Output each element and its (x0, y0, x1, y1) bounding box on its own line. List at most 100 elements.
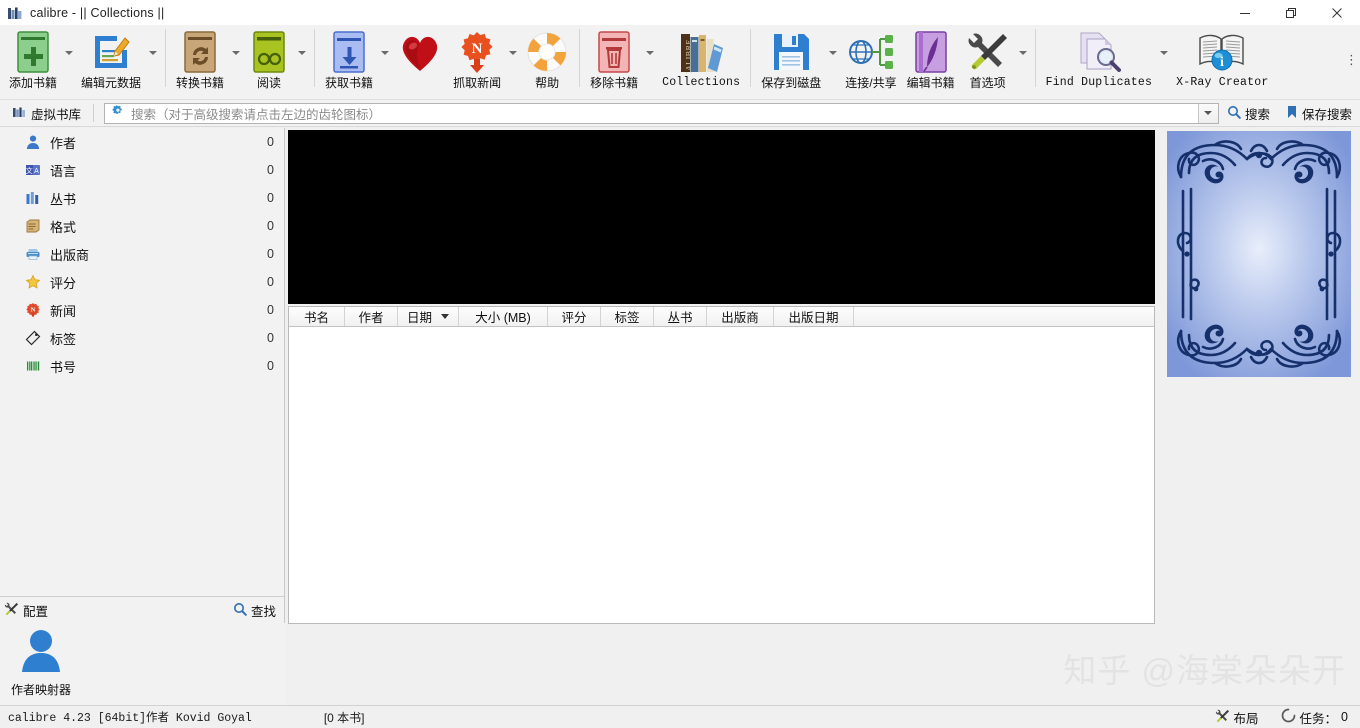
find-label: 查找 (250, 604, 276, 619)
sidebar-item-ratings[interactable]: 评分 0 (0, 268, 284, 296)
column-header-publisher[interactable]: 出版商 (707, 307, 774, 326)
toolbar-label: 抓取新闻 (453, 76, 502, 90)
table-header-row: 书名 作者 日期 大小 (MB) 评分 标签 丛书 出版商 出版日期 (289, 307, 1154, 327)
tag-browser-panel: 作者 0 文 A 语言 0 丛书 0 格式 0 出版商 0 评分 0 N 新闻 … (0, 128, 285, 623)
version-label: calibre 4.23 [64bit]作者 Kovid Goyal (8, 712, 252, 725)
column-header-tags[interactable]: 标签 (601, 307, 654, 326)
column-header-series[interactable]: 丛书 (654, 307, 707, 326)
toolbar-dropdown-get-books[interactable] (378, 25, 392, 98)
maximize-button[interactable] (1268, 0, 1314, 25)
toolbar-button-donate[interactable] (392, 25, 448, 98)
sidebar-item-authors[interactable]: 作者 0 (0, 128, 284, 156)
tags-icon (24, 329, 42, 347)
tag-browser-footer: 配置 查找 (0, 596, 284, 623)
toolbar-dropdown-find-duplicates[interactable] (1157, 25, 1171, 98)
virtual-library-button[interactable]: 虚拟书库 (4, 101, 89, 126)
sidebar-item-tags[interactable]: 标签 0 (0, 324, 284, 352)
toolbar-dropdown-add-books[interactable] (62, 25, 76, 98)
toolbar-label: 阅读 (257, 76, 282, 90)
toolbar-label: 编辑书籍 (906, 76, 955, 90)
author-mapper-button[interactable]: 作者映射器 (8, 628, 74, 698)
toolbar-dropdown-read[interactable] (295, 25, 309, 98)
column-header-filler (854, 307, 1154, 326)
gear-icon[interactable] (111, 104, 125, 122)
sidebar-item-series[interactable]: 丛书 0 (0, 184, 284, 212)
author-icon (24, 133, 42, 151)
toolbar-button-edit-metadata[interactable]: 编辑元数据 (76, 25, 146, 98)
toolbar-button-get-books[interactable]: 获取书籍 (320, 25, 378, 98)
toolbar-button-find-duplicates[interactable]: Find Duplicates (1041, 25, 1158, 98)
jobs-button[interactable]: 任务： 0 (1281, 708, 1348, 727)
configure-button[interactable]: 配置 (4, 601, 48, 620)
watermark-text: 知乎 @海棠朵朵开 (1063, 652, 1346, 689)
column-label: 出版商 (721, 311, 759, 325)
toolbar-label: 添加书籍 (9, 76, 58, 90)
convert-book-icon (179, 29, 221, 75)
sidebar-item-count: 0 (267, 275, 274, 289)
search-input[interactable]: 搜索（对于高级搜索请点击左边的齿轮图标） (104, 102, 1219, 124)
column-header-size[interactable]: 大小 (MB) (459, 307, 548, 326)
toolbar-dropdown-save-to-disk[interactable] (826, 25, 840, 98)
toolbar-button-read[interactable]: 阅读 (243, 25, 295, 98)
jobs-count: 0 (1341, 710, 1348, 724)
sidebar-item-identifiers[interactable]: 书号 0 (0, 352, 284, 380)
toolbar-button-connect-share[interactable]: 连接/共享 (840, 25, 901, 98)
toolbar-button-edit-book[interactable]: 编辑书籍 (902, 25, 960, 98)
sidebar-item-count: 0 (267, 191, 274, 205)
bookmark-icon (1286, 105, 1298, 122)
toolbar-button-add-books[interactable]: 添加书籍 (4, 25, 62, 98)
find-button[interactable]: 查找 (233, 601, 276, 620)
toolbar-separator (165, 29, 167, 87)
toolbar-dropdown-edit-metadata[interactable] (146, 25, 160, 98)
toolbar-overflow-button[interactable]: ⋮ (1345, 53, 1360, 68)
column-header-rating[interactable]: 评分 (548, 307, 601, 326)
toolbar-dropdown-preferences[interactable] (1016, 25, 1030, 98)
toolbar-button-remove-books[interactable]: 移除书籍 (585, 25, 643, 98)
sidebar-item-news[interactable]: N 新闻 0 (0, 296, 284, 324)
column-label: 评分 (561, 311, 587, 325)
sidebar-item-languages[interactable]: 文 A 语言 0 (0, 156, 284, 184)
column-label: 书名 (303, 311, 329, 325)
toolbar-button-save-to-disk[interactable]: 保存到磁盘 (756, 25, 826, 98)
toolbar-separator (314, 29, 316, 87)
toolbar-label: 编辑元数据 (81, 76, 142, 90)
author-mapper-icon (18, 628, 64, 679)
column-header-published[interactable]: 出版日期 (774, 307, 854, 326)
minimize-button[interactable] (1222, 0, 1268, 25)
toolbar-dropdown-fetch-news[interactable] (506, 25, 520, 98)
sidebar-item-label: 标签 (50, 331, 77, 347)
toolbar-button-collections[interactable]: CALIBRE Collections (657, 25, 745, 98)
sidebar-item-formats[interactable]: 格式 0 (0, 212, 284, 240)
column-label: 大小 (MB) (475, 311, 531, 325)
configure-label: 配置 (23, 604, 49, 619)
layout-button[interactable]: 布局 (1215, 708, 1259, 727)
column-header-author[interactable]: 作者 (345, 307, 398, 326)
add-book-icon (12, 29, 54, 75)
toolbar-button-help[interactable]: 帮助 (520, 25, 574, 98)
save-search-button[interactable]: 保存搜索 (1278, 104, 1360, 123)
window-title: calibre - || Collections || (30, 5, 165, 20)
toolbar-button-preferences[interactable]: 首选项 (960, 25, 1016, 98)
toolbar-button-convert-books[interactable]: 转换书籍 (171, 25, 229, 98)
toolbar-dropdown-convert-books[interactable] (229, 25, 243, 98)
toolbar-button-xray-creator[interactable]: i X-Ray Creator (1171, 25, 1273, 98)
search-button[interactable]: 搜索 (1219, 104, 1278, 123)
toolbar-separator (1034, 29, 1036, 87)
close-button[interactable] (1314, 0, 1360, 25)
column-label: 标签 (614, 311, 640, 325)
toolbar-label: 转换书籍 (176, 76, 225, 90)
column-header-title[interactable]: 书名 (289, 307, 345, 326)
magnifier-icon (1227, 105, 1241, 122)
toolbar-dropdown-remove-books[interactable] (643, 25, 657, 98)
table-body[interactable] (289, 327, 1154, 623)
toolbar-button-fetch-news[interactable]: N 抓取新闻 (448, 25, 506, 98)
column-header-date[interactable]: 日期 (398, 307, 459, 326)
search-button-label: 搜索 (1244, 107, 1270, 122)
edit-book-icon (910, 29, 952, 75)
svg-text:文: 文 (26, 166, 33, 175)
calibre-books-icon (7, 5, 23, 21)
sidebar-item-publishers[interactable]: 出版商 0 (0, 240, 284, 268)
fetch-news-icon: N (457, 29, 497, 75)
search-bar: 虚拟书库 搜索（对于高级搜索请点击左边的齿轮图标） 搜索 保存搜索 (0, 100, 1360, 127)
chevron-down-icon[interactable] (1197, 103, 1218, 123)
